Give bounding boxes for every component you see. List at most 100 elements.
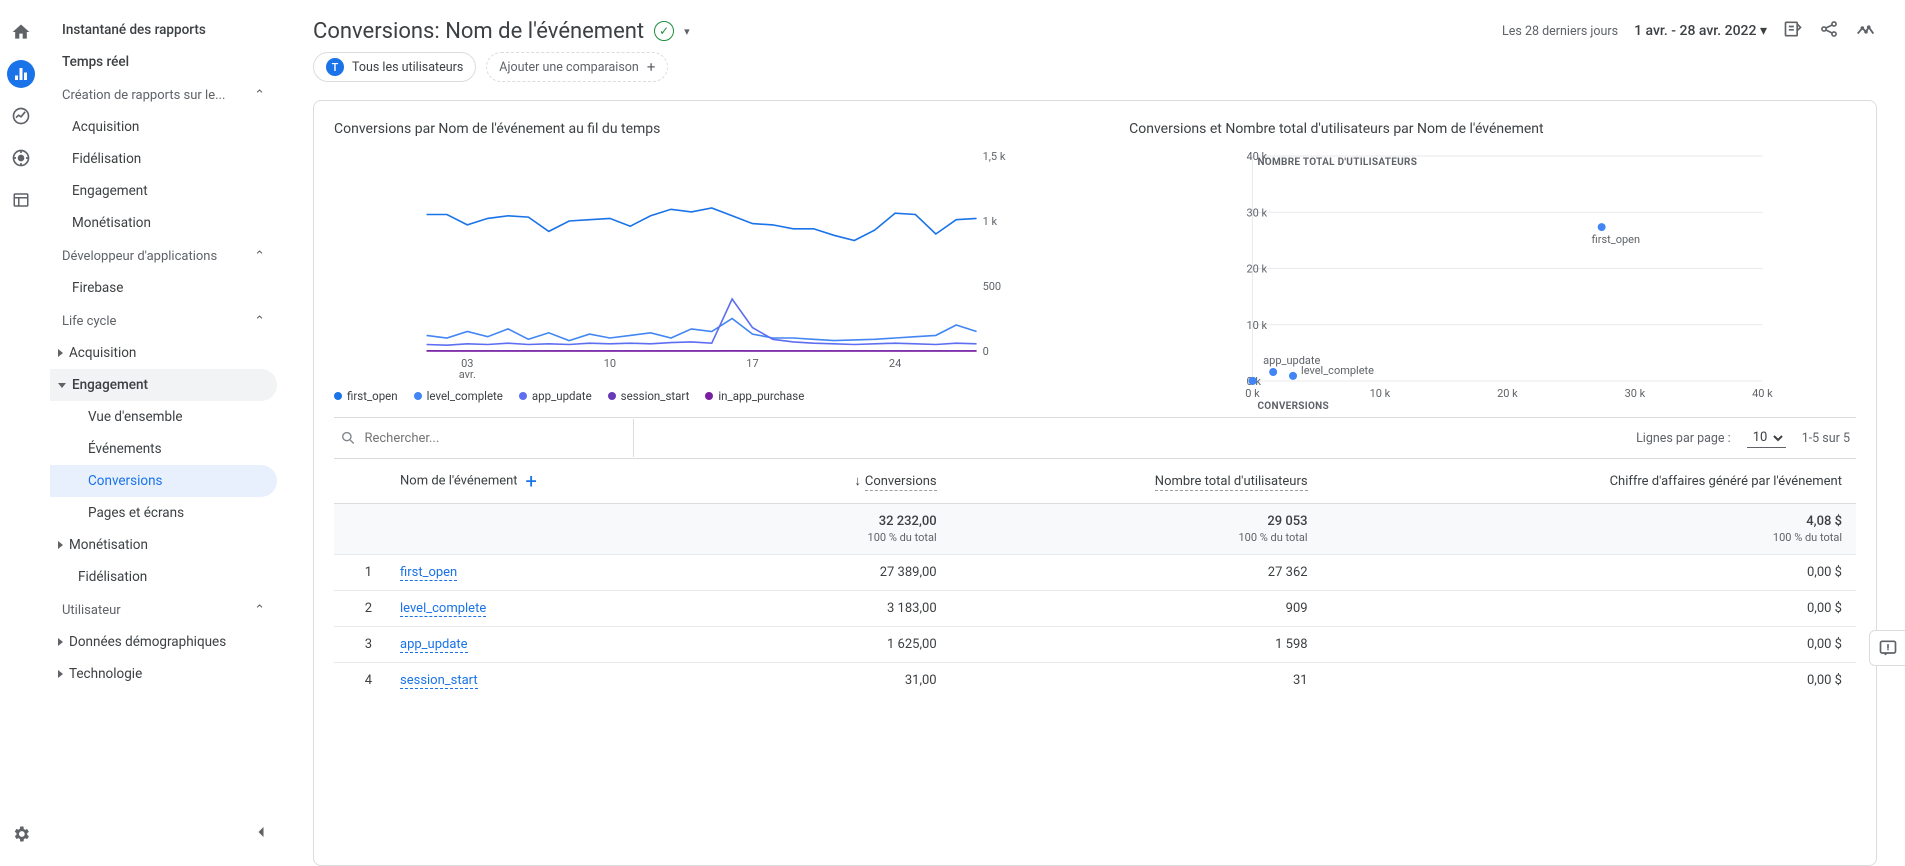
page-header: Conversions: Nom de l'événement ✓ ▾ Les …	[285, 0, 1905, 52]
col-revenue[interactable]: Chiffre d'affaires généré par l'événemen…	[1322, 459, 1856, 504]
nav-section-lifecycle-label: Life cycle	[62, 314, 116, 329]
add-dimension-button[interactable]: +	[526, 469, 537, 493]
svg-text:first_open: first_open	[1592, 233, 1640, 246]
svg-text:20 k: 20 k	[1497, 387, 1518, 400]
feedback-button[interactable]	[1869, 630, 1905, 666]
chip-add-comparison[interactable]: Ajouter une comparaison +	[486, 52, 668, 82]
legend-item[interactable]: app_update	[519, 389, 592, 403]
svg-text:30 k: 30 k	[1247, 206, 1268, 219]
nav-engagement[interactable]: Engagement	[50, 175, 277, 207]
event-link[interactable]: first_open	[400, 565, 457, 581]
nav-lc-monetization[interactable]: Monétisation	[50, 529, 277, 561]
nav-section-dev-label: Développeur d'applications	[62, 249, 217, 264]
sort-down-icon: ↓	[854, 474, 861, 489]
nav-tech[interactable]: Technologie	[50, 658, 277, 690]
table-paging: Lignes par page : 10 1-5 sur 5	[1630, 418, 1856, 458]
rows-per-page-select[interactable]: 10	[1747, 428, 1786, 448]
table-row[interactable]: 4session_start31,00310,00 $	[334, 663, 1856, 699]
home-icon[interactable]	[7, 18, 35, 46]
explore-icon[interactable]	[7, 144, 35, 172]
svg-text:1 k: 1 k	[983, 215, 998, 228]
svg-text:20 k: 20 k	[1247, 263, 1268, 276]
table-search[interactable]	[334, 419, 634, 457]
nav-section-user-label: Utilisateur	[62, 603, 121, 618]
reports-icon[interactable]	[7, 60, 35, 88]
chip-add-comparison-label: Ajouter une comparaison	[499, 60, 639, 75]
nav-retention[interactable]: Fidélisation	[50, 143, 277, 175]
nav-section-user[interactable]: Utilisateur ⌃	[50, 593, 277, 626]
triangle-right-icon	[58, 541, 63, 549]
svg-text:10: 10	[604, 357, 616, 370]
svg-text:1,5 k: 1,5 k	[983, 151, 1006, 163]
triangle-down-icon	[58, 383, 66, 388]
col-conversions[interactable]: ↓Conversions	[724, 459, 950, 504]
main-area: Conversions: Nom de l'événement ✓ ▾ Les …	[285, 0, 1905, 866]
event-link[interactable]: app_update	[400, 637, 468, 653]
legend-item[interactable]: level_complete	[414, 389, 503, 403]
col-event-name[interactable]: Nom de l'événement+	[386, 459, 724, 504]
total-revenue: 4,08 $	[1806, 514, 1842, 529]
chevron-up-icon: ⌃	[254, 314, 265, 329]
table-row[interactable]: 2level_complete3 183,009090,00 $	[334, 591, 1856, 627]
date-range-picker[interactable]: 1 avr. - 28 avr. 2022 ▾	[1634, 23, 1767, 39]
nav-overview[interactable]: Vue d'ensemble	[50, 401, 277, 433]
nav-section-dev[interactable]: Développeur d'applications ⌃	[50, 239, 277, 272]
line-chart[interactable]: 05001 k1,5 k03avr.101724	[334, 151, 1099, 381]
nav-demographics[interactable]: Données démographiques	[50, 626, 277, 658]
nav-realtime[interactable]: Temps réel	[50, 46, 277, 78]
total-users: 29 053	[1267, 514, 1307, 529]
nav-section-reports-label: Création de rapports sur le...	[62, 88, 225, 103]
totals-row: 32 232,00100 % du total 29 053100 % du t…	[334, 504, 1856, 555]
nav-events[interactable]: Événements	[50, 433, 277, 465]
triangle-right-icon	[58, 638, 63, 646]
customize-icon[interactable]	[1783, 19, 1803, 43]
rows-per-page-label: Lignes par page :	[1636, 431, 1731, 446]
col-users[interactable]: Nombre total d'utilisateurs	[951, 459, 1322, 504]
legend-item[interactable]: session_start	[608, 389, 690, 403]
library-icon[interactable]	[7, 186, 35, 214]
nav-section-lifecycle[interactable]: Life cycle ⌃	[50, 304, 277, 337]
svg-text:10 k: 10 k	[1247, 319, 1268, 332]
nav-acquisition[interactable]: Acquisition	[50, 111, 277, 143]
nav-firebase[interactable]: Firebase	[50, 272, 277, 304]
nav-snapshot[interactable]: Instantané des rapports	[50, 14, 277, 46]
chevron-up-icon: ⌃	[254, 249, 265, 264]
share-icon[interactable]	[1819, 19, 1839, 43]
svg-text:40 k: 40 k	[1752, 387, 1773, 400]
nav-lc-retention[interactable]: Fidélisation	[50, 561, 277, 593]
event-link[interactable]: level_complete	[400, 601, 486, 617]
collapse-sidebar-button[interactable]	[251, 822, 271, 846]
settings-icon[interactable]	[7, 820, 35, 848]
svg-text:500: 500	[983, 280, 1002, 293]
legend-dot	[608, 392, 616, 400]
title-dropdown[interactable]: ▾	[684, 25, 690, 38]
insights-icon[interactable]	[1855, 18, 1877, 44]
total-conversions: 32 232,00	[879, 514, 937, 529]
legend-item[interactable]: first_open	[334, 389, 398, 403]
svg-text:0: 0	[983, 345, 989, 358]
svg-text:10 k: 10 k	[1370, 387, 1391, 400]
nav-conversions[interactable]: Conversions	[50, 465, 277, 497]
nav-lc-acquisition[interactable]: Acquisition	[50, 337, 277, 369]
scatter-chart[interactable]: 0 k10 k20 k30 k40 k0 k10 k20 k30 k40 kCO…	[1129, 151, 1856, 411]
nav-lc-engagement[interactable]: Engagement	[50, 369, 277, 401]
nav-pages[interactable]: Pages et écrans	[50, 497, 277, 529]
legend-item[interactable]: in_app_purchase	[705, 389, 804, 403]
line-chart-container: Conversions par Nom de l'événement au fi…	[334, 121, 1099, 417]
nav-monetization[interactable]: Monétisation	[50, 207, 277, 239]
event-link[interactable]: session_start	[400, 673, 478, 689]
chip-badge: T	[326, 58, 344, 76]
table-row[interactable]: 3app_update1 625,001 5980,00 $	[334, 627, 1856, 663]
svg-text:app_update: app_update	[1263, 354, 1320, 367]
search-input[interactable]	[364, 431, 627, 446]
table-row[interactable]: 1first_open27 389,0027 3620,00 $	[334, 555, 1856, 591]
nav-section-reports[interactable]: Création de rapports sur le... ⌃	[50, 78, 277, 111]
legend-dot	[705, 392, 713, 400]
chip-all-users[interactable]: T Tous les utilisateurs	[313, 52, 476, 82]
svg-text:30 k: 30 k	[1625, 387, 1646, 400]
chevron-up-icon: ⌃	[254, 88, 265, 103]
svg-text:NOMBRE TOTAL D'UTILISATEURS: NOMBRE TOTAL D'UTILISATEURS	[1258, 157, 1418, 168]
page-title: Conversions: Nom de l'événement	[313, 19, 644, 44]
svg-text:CONVERSIONS: CONVERSIONS	[1258, 401, 1330, 411]
analysis-icon[interactable]	[7, 102, 35, 130]
